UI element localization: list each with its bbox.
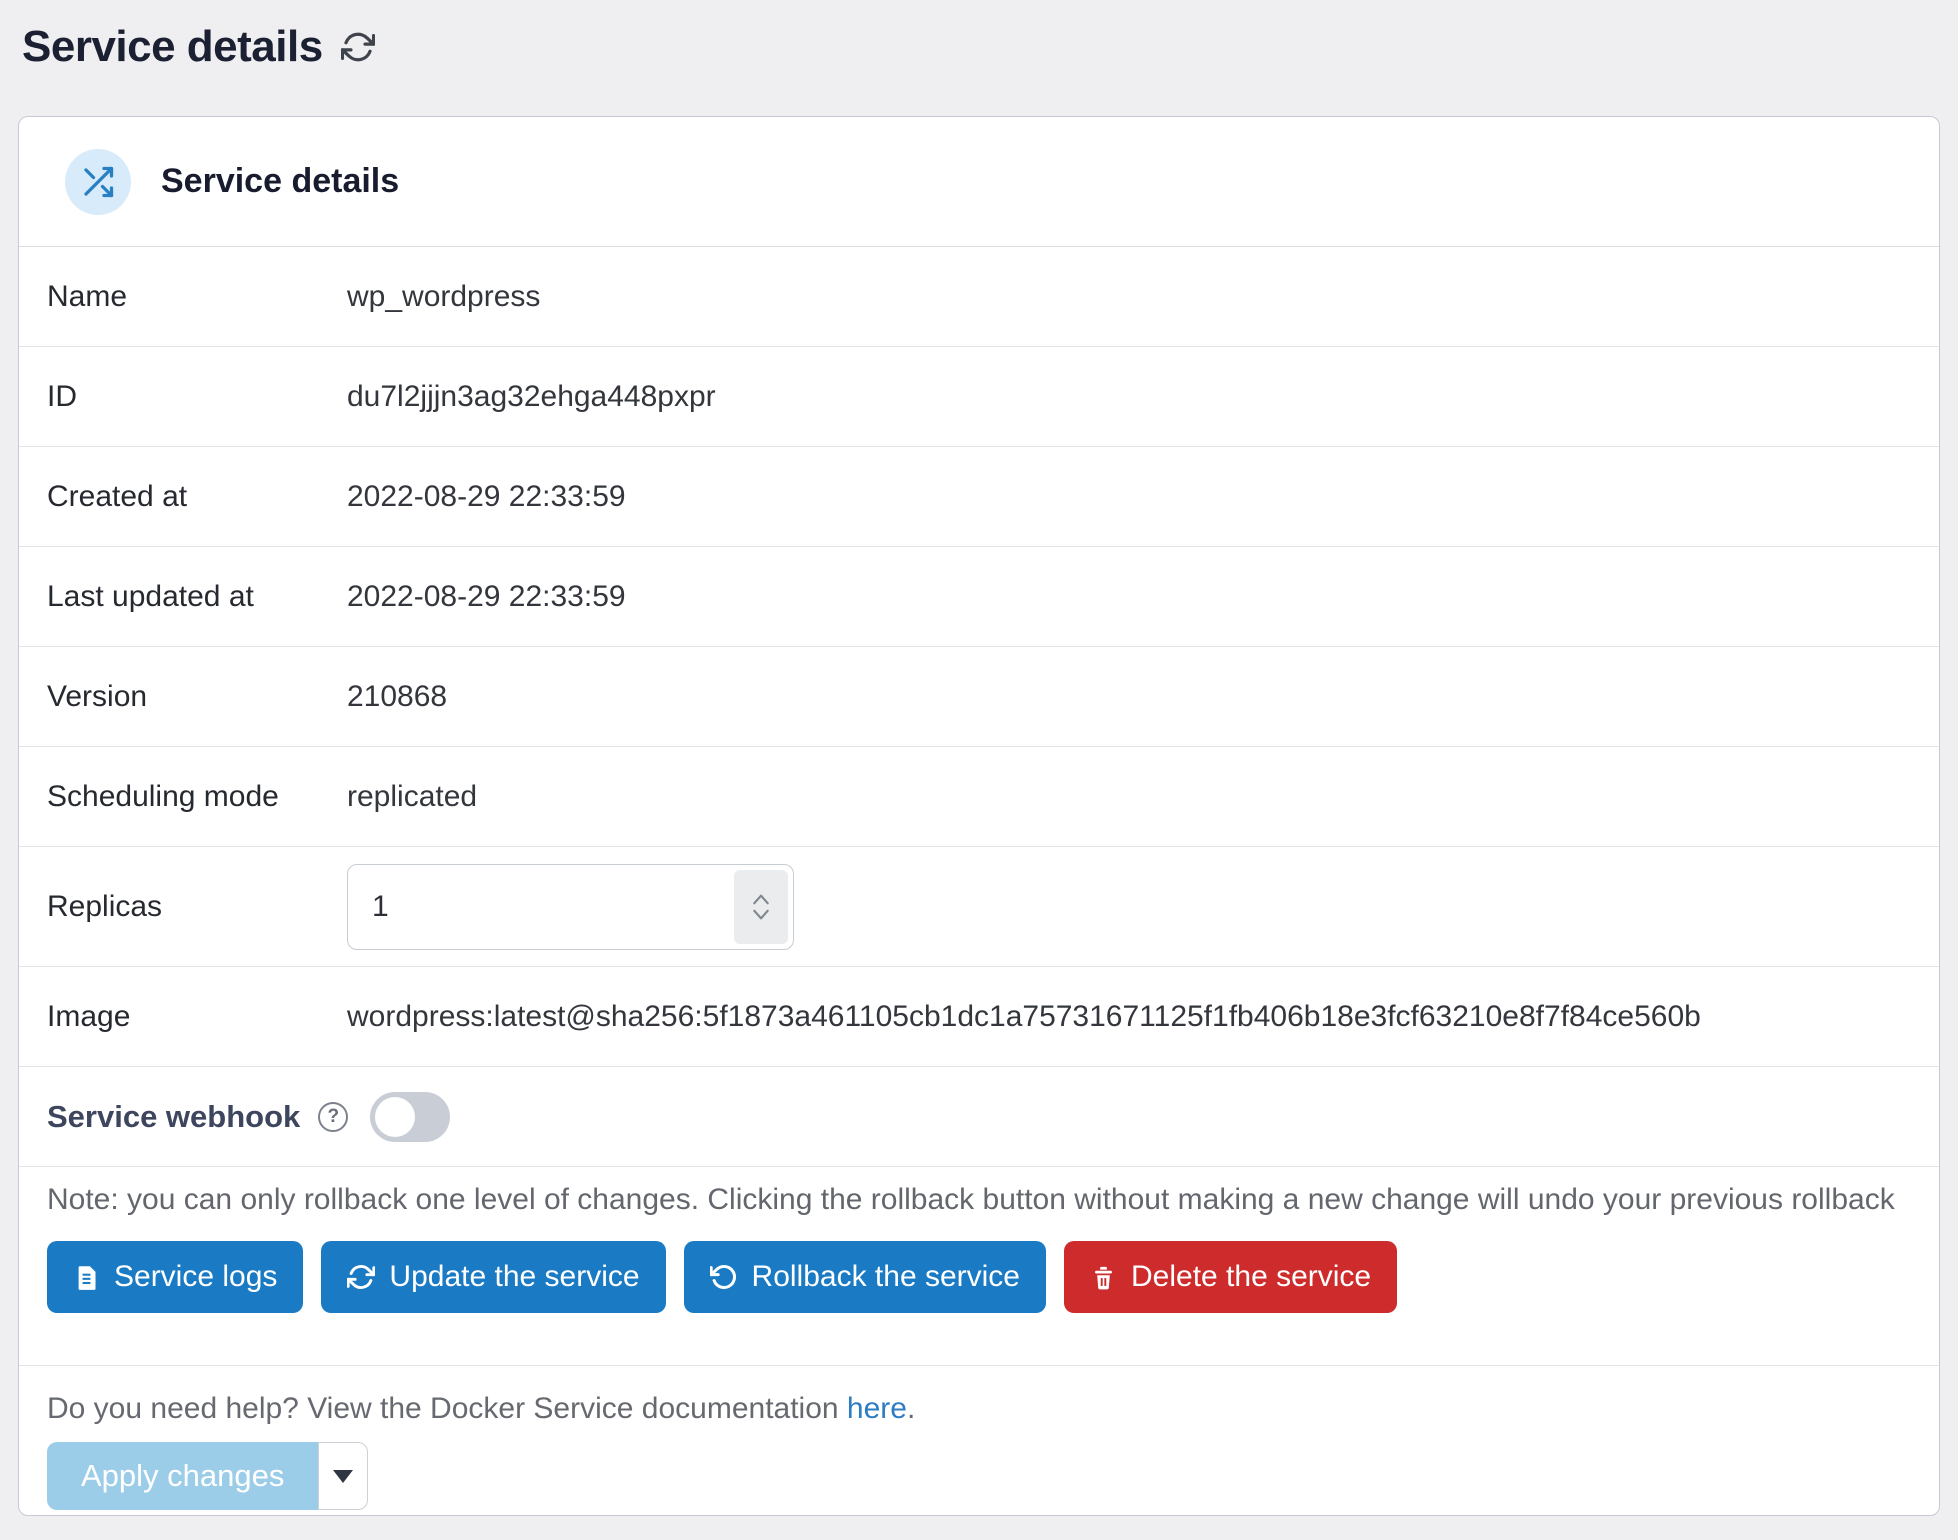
page-title: Service details <box>22 22 323 72</box>
row-label: Image <box>47 1000 347 1034</box>
refresh-cw-icon <box>347 1263 375 1291</box>
footer-divider <box>19 1365 1939 1366</box>
detail-row-replicas: Replicas <box>19 847 1939 967</box>
detail-row-service-webhook: Service webhook ? <box>19 1067 1939 1167</box>
detail-row-image: Image wordpress:latest@sha256:5f1873a461… <box>19 967 1939 1067</box>
action-buttons: Service logs Update the service Rollback… <box>19 1241 1939 1313</box>
apply-split-button: Apply changes <box>47 1442 368 1510</box>
row-label: Created at <box>47 480 347 514</box>
service-details-card: Service details Name wp_wordpress ID du7… <box>18 116 1940 1516</box>
refresh-icon[interactable] <box>341 30 375 64</box>
row-label: Replicas <box>47 890 347 924</box>
card-title: Service details <box>161 162 399 201</box>
rotate-ccw-icon <box>710 1263 738 1291</box>
trash-icon <box>1090 1264 1117 1291</box>
delete-service-button[interactable]: Delete the service <box>1064 1241 1397 1313</box>
apply-changes-button[interactable]: Apply changes <box>47 1442 318 1510</box>
row-label: Last updated at <box>47 580 347 614</box>
shuffle-icon <box>65 149 131 215</box>
row-value: 2022-08-29 22:33:59 <box>347 580 626 614</box>
detail-row-name: Name wp_wordpress <box>19 247 1939 347</box>
row-label: Name <box>47 280 347 314</box>
row-label: ID <box>47 380 347 414</box>
detail-row-version: Version 210868 <box>19 647 1939 747</box>
rollback-service-button[interactable]: Rollback the service <box>684 1241 1046 1313</box>
help-suffix: . <box>907 1392 915 1425</box>
note-area: Note: you can only rollback one level of… <box>19 1183 1939 1217</box>
row-value: wordpress:latest@sha256:5f1873a461105cb1… <box>347 1000 1701 1034</box>
row-value: du7l2jjjn3ag32ehga448pxpr <box>347 380 716 414</box>
apply-options-button[interactable] <box>318 1442 368 1510</box>
replicas-stepper[interactable] <box>734 870 788 944</box>
service-logs-button[interactable]: Service logs <box>47 1241 303 1313</box>
row-value: wp_wordpress <box>347 280 540 314</box>
help-text: Do you need help? View the Docker Servic… <box>47 1392 1911 1426</box>
detail-row-created-at: Created at 2022-08-29 22:33:59 <box>19 447 1939 547</box>
question-icon[interactable]: ? <box>318 1102 348 1132</box>
caret-down-icon <box>333 1470 353 1483</box>
row-value: 2022-08-29 22:33:59 <box>347 480 626 514</box>
stepper-down-icon <box>751 909 771 921</box>
toggle-knob <box>375 1097 415 1137</box>
button-label: Rollback the service <box>752 1260 1020 1294</box>
detail-row-last-updated: Last updated at 2022-08-29 22:33:59 <box>19 547 1939 647</box>
help-prefix: Do you need help? View the Docker Servic… <box>47 1392 847 1425</box>
detail-row-scheduling-mode: Scheduling mode replicated <box>19 747 1939 847</box>
button-label: Service logs <box>114 1260 277 1294</box>
rollback-note: Note: you can only rollback one level of… <box>47 1183 1911 1217</box>
page-header: Service details <box>0 0 1958 72</box>
button-label: Delete the service <box>1131 1260 1371 1294</box>
webhook-toggle[interactable] <box>370 1092 450 1142</box>
row-value: replicated <box>347 780 477 814</box>
card-header: Service details <box>19 117 1939 247</box>
replicas-field <box>347 864 794 950</box>
row-label: Scheduling mode <box>47 780 347 814</box>
webhook-label: Service webhook <box>47 1099 300 1135</box>
row-label: Version <box>47 680 347 714</box>
docs-link[interactable]: here <box>847 1392 907 1425</box>
card-footer: Do you need help? View the Docker Servic… <box>19 1392 1939 1510</box>
replicas-input[interactable] <box>348 890 734 924</box>
file-text-icon <box>73 1264 100 1291</box>
stepper-up-icon <box>751 893 771 905</box>
button-label: Update the service <box>389 1260 639 1294</box>
row-value: 210868 <box>347 680 447 714</box>
detail-row-id: ID du7l2jjjn3ag32ehga448pxpr <box>19 347 1939 447</box>
update-service-button[interactable]: Update the service <box>321 1241 665 1313</box>
